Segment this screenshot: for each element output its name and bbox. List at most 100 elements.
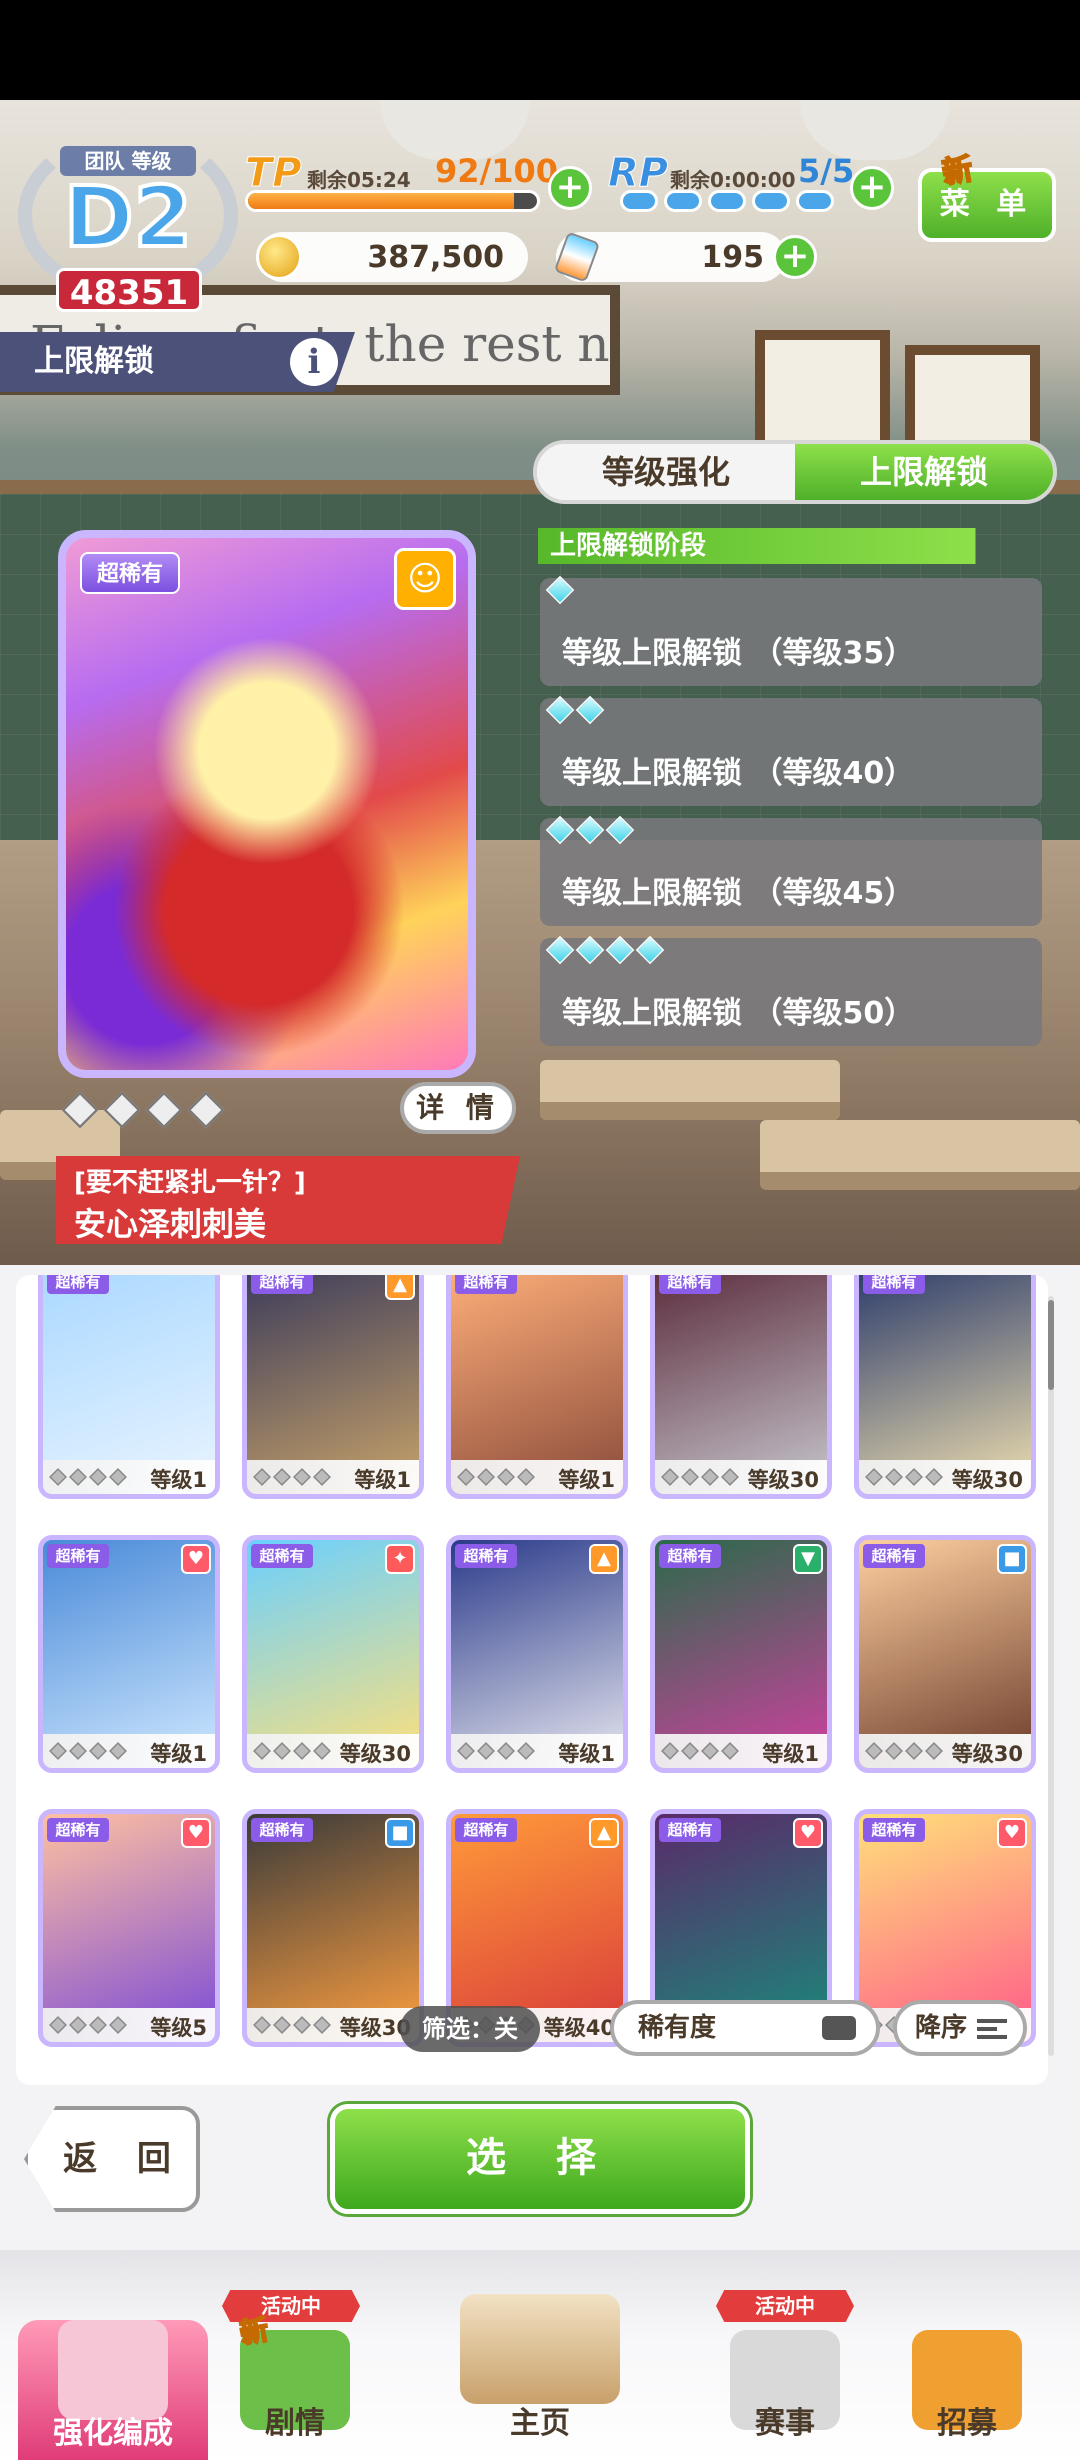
support-card[interactable]: 超稀有等级30	[650, 1275, 832, 1499]
support-card[interactable]: 超稀有 ■ 等级30	[242, 1809, 424, 2047]
rarity-tag: 超稀有	[80, 552, 180, 594]
gem-empty-icon	[865, 1468, 883, 1486]
scrollbar-thumb[interactable]	[1048, 1300, 1054, 1390]
sort-order-icon	[977, 2019, 1007, 2039]
card-level: 等级1	[150, 1742, 207, 1766]
hat-icon: ▼	[793, 1544, 823, 1574]
details-button[interactable]: 详 情	[400, 1082, 516, 1134]
gem-empty-icon	[69, 1468, 87, 1486]
select-button[interactable]: 选 择	[330, 2104, 750, 2214]
card-grid[interactable]: 超稀有 等级1 超稀有 ▲ 等级1 超稀有 等级1 超稀有 等级30 超稀有 等级30 超稀有 ♥ 等级1…	[16, 1275, 1048, 2085]
card-list-panel: 超稀有 等级1 超稀有 ▲ 等级1 超稀有 等级1 超稀有 等级30 超稀有 等级30 超稀有 ♥ 等级1…	[0, 1265, 1080, 2090]
gem-empty-icon	[313, 1468, 331, 1486]
gem-empty-icon	[293, 1468, 311, 1486]
heart-icon: ♥	[181, 1818, 211, 1848]
stage-gems	[545, 935, 665, 965]
gem-empty-icon	[293, 1742, 311, 1760]
rp-recover-button[interactable]: +	[850, 166, 894, 210]
card-rarity: 超稀有	[659, 1275, 721, 1294]
menu-button[interactable]: 菜 单	[918, 168, 1056, 242]
unlock-stage-text: 等级上限解锁 （等级40）	[562, 756, 915, 791]
nav-gacha[interactable]: 招募	[872, 2290, 1062, 2450]
card-footer: 等级1	[655, 1734, 827, 1768]
nav-label: 剧情	[265, 2406, 325, 2441]
support-card[interactable]: 超稀有 ♥ 等级1	[38, 1535, 220, 1773]
team-rank-badge[interactable]: 团队 等级 D2 48351	[18, 130, 238, 313]
nav-enhance[interactable]: 强化编成	[18, 2320, 208, 2460]
gem-empty-icon	[273, 2016, 291, 2034]
card-rarity: 超稀有	[863, 1275, 925, 1294]
nav-home[interactable]: 主页	[445, 2290, 635, 2450]
support-card[interactable]: 超稀有等级30	[854, 1275, 1036, 1499]
back-button[interactable]: 返 回	[24, 2106, 200, 2212]
support-card[interactable]: 超稀有 等级1	[446, 1275, 628, 1499]
support-card[interactable]: 超稀有 ♥ 等级5	[38, 1809, 220, 2047]
smile-icon: ☺	[394, 548, 456, 610]
card-rarity: 超稀有	[47, 1544, 109, 1568]
stamina-icon: ■	[997, 1544, 1027, 1574]
card-level: 等级5	[150, 2016, 207, 2040]
limit-break-gems	[61, 1091, 225, 1129]
tp-remaining: 剩余05:24	[307, 168, 411, 192]
team-score: 48351	[56, 268, 202, 313]
coin-counter: 387,500	[256, 232, 528, 282]
nav-label: 招募	[937, 2406, 997, 2441]
sort-select[interactable]: 稀有度	[610, 2000, 880, 2056]
card-gems	[49, 2016, 127, 2034]
gem-empty-icon	[273, 1742, 291, 1760]
tab-limit-break[interactable]: 上限解锁	[795, 444, 1053, 500]
order-button[interactable]: 降序	[893, 2000, 1027, 2056]
desk	[760, 1120, 1080, 1190]
card-rarity: 超稀有	[863, 1818, 925, 1842]
support-card[interactable]: 超稀有 ✦ 等级30	[242, 1535, 424, 1773]
gem-empty-icon	[457, 1468, 475, 1486]
card-level: 等级40	[543, 2016, 615, 2040]
support-card[interactable]: 超稀有 ■ 等级30	[854, 1535, 1036, 1773]
support-card[interactable]: 超稀有 ▼ 等级1	[650, 1535, 832, 1773]
nav-label: 赛事	[755, 2406, 815, 2441]
card-gems	[253, 2016, 331, 2034]
coin-value: 387,500	[367, 240, 504, 275]
support-card[interactable]: 超稀有 ▲ 等级1	[446, 1535, 628, 1773]
scrollbar-track[interactable]	[1048, 1296, 1054, 2056]
gem-empty-icon	[253, 1742, 271, 1760]
info-icon[interactable]: i	[290, 338, 338, 386]
gem-empty-icon	[497, 1468, 515, 1486]
gem-icon	[605, 815, 635, 845]
card-footer: 等级5	[43, 2008, 215, 2042]
support-card[interactable]: 超稀有 ▲ 等级1	[242, 1275, 424, 1499]
card-level: 等级30	[951, 1468, 1023, 1492]
gem-empty-icon	[253, 2016, 271, 2034]
gem-icon	[575, 935, 605, 965]
card-level: 等级30	[339, 1742, 411, 1766]
carrot-buy-button[interactable]: +	[773, 235, 817, 279]
order-label: 降序	[915, 2013, 968, 2043]
tp-value: 92/100	[435, 152, 559, 190]
unlock-stage: 等级上限解锁 （等级35）	[540, 575, 1042, 686]
card-gems	[49, 1468, 127, 1486]
card-level: 等级30	[747, 1468, 819, 1492]
filter-status[interactable]: 筛选：关	[400, 2006, 540, 2052]
tab-level-up[interactable]: 等级强化	[537, 444, 795, 500]
gem-empty-icon	[109, 1468, 127, 1486]
gem-empty-icon	[905, 1742, 923, 1760]
fire-icon: ✦	[385, 1544, 415, 1574]
card-artwork	[66, 538, 468, 1070]
card-level: 等级1	[558, 1468, 615, 1492]
support-card[interactable]: 超稀有 等级1	[38, 1275, 220, 1499]
tp-recover-button[interactable]: +	[548, 166, 592, 210]
carrot-value: 195	[701, 240, 764, 275]
gem-empty-icon	[89, 2016, 107, 2034]
sort-value: 稀有度	[638, 2013, 717, 2043]
rp-pip	[752, 190, 790, 212]
unlock-stage-heading: 上限解锁阶段	[538, 528, 1053, 564]
rp-remaining: 剩余0:00:00	[670, 168, 796, 192]
rp-pip	[796, 190, 834, 212]
unlock-stage-text: 等级上限解锁 （等级35）	[562, 636, 915, 671]
team-grade: D2	[62, 168, 194, 266]
power-icon: ▲	[385, 1275, 415, 1300]
card-subtitle: [要不赶紧扎一针？]	[74, 1168, 306, 1198]
gem-empty-icon	[109, 1742, 127, 1760]
sort-toggle-icon	[822, 2016, 856, 2040]
gem-empty-icon	[661, 1468, 679, 1486]
